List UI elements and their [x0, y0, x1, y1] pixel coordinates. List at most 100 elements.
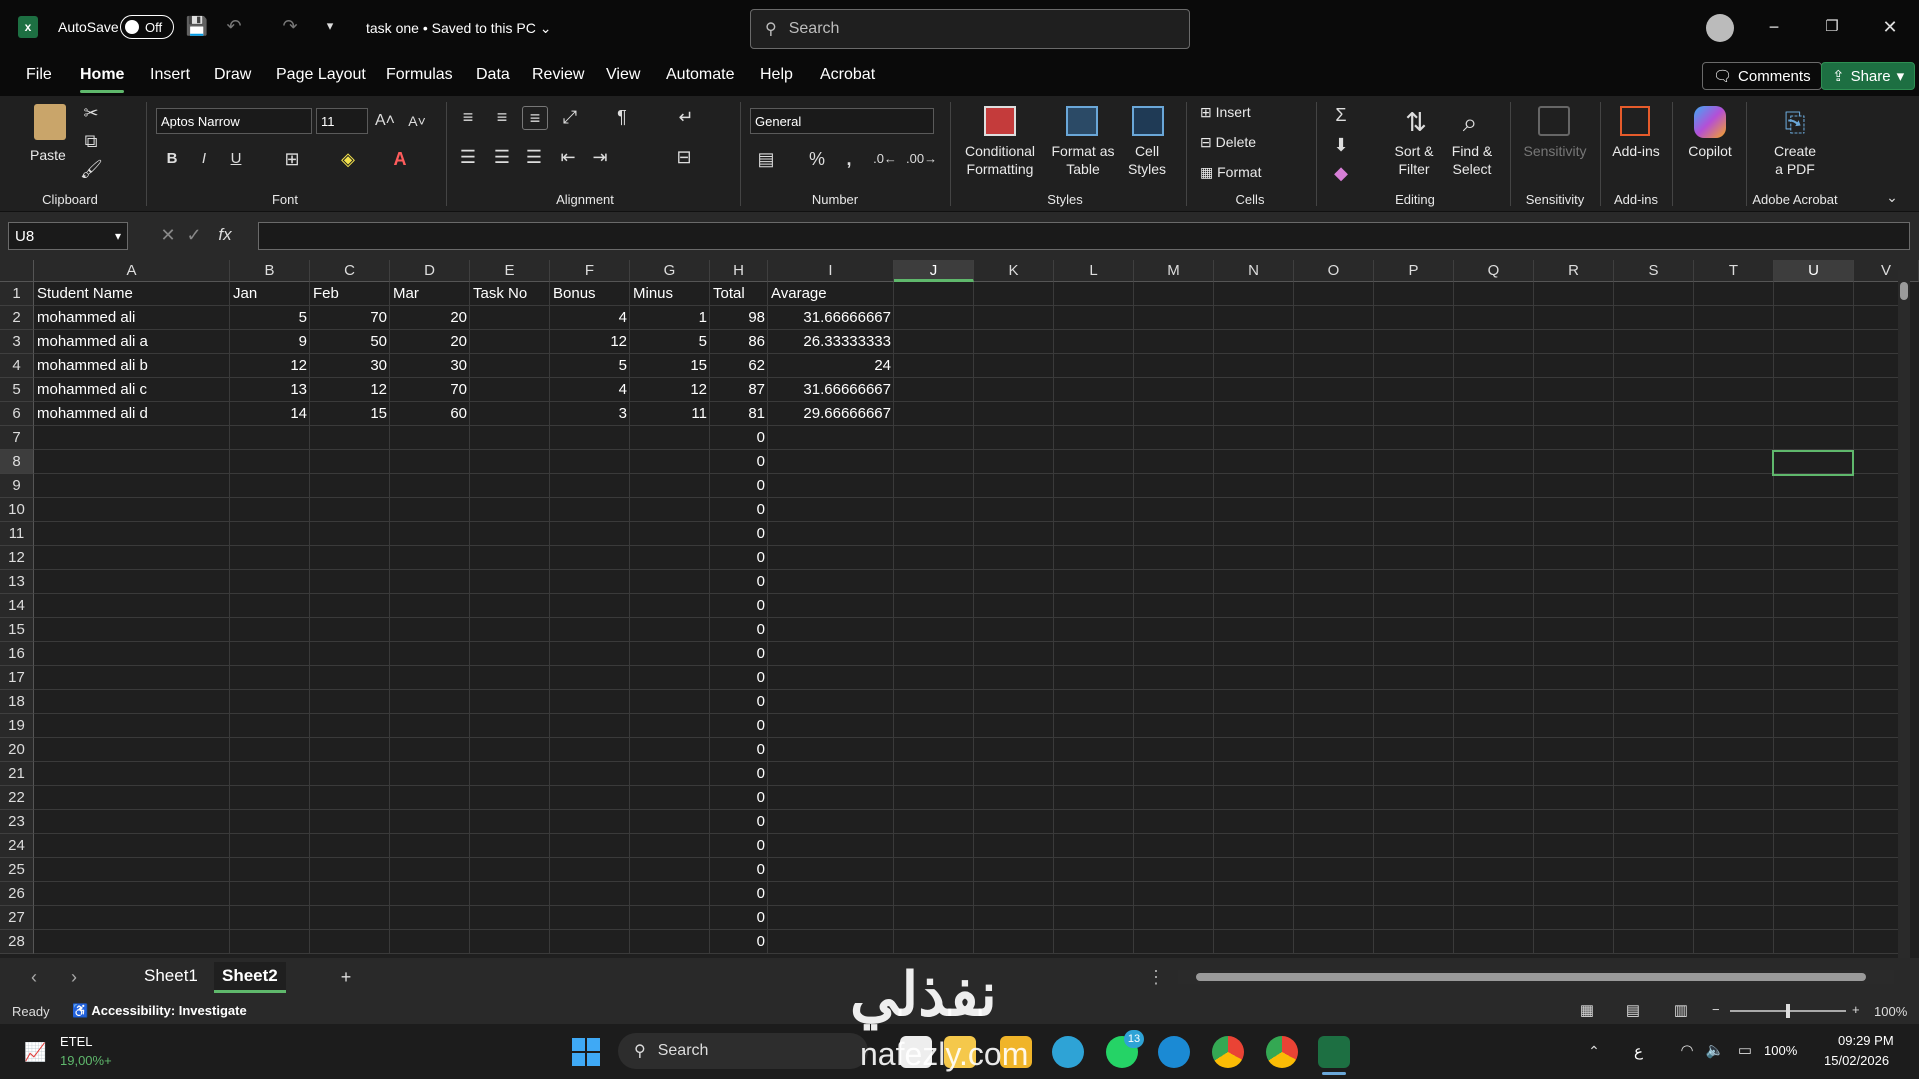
- more-options-icon[interactable]: ⋮: [1146, 966, 1166, 988]
- align-right-icon[interactable]: ☰: [522, 146, 546, 168]
- font-name-dropdown[interactable]: Aptos Narrow: [156, 108, 312, 134]
- column-header-h[interactable]: H: [710, 260, 768, 282]
- data-cell[interactable]: 29.66666667: [768, 402, 894, 426]
- accessibility-status[interactable]: ♿ Accessibility: Investigate: [72, 1003, 247, 1019]
- row-header-8[interactable]: 8: [0, 450, 34, 474]
- total-cell[interactable]: 0: [710, 930, 768, 954]
- data-cell[interactable]: 5: [230, 306, 310, 330]
- italic-button[interactable]: I: [194, 148, 214, 170]
- insert-function-icon[interactable]: fx: [212, 224, 238, 246]
- column-header-p[interactable]: P: [1374, 260, 1454, 282]
- total-cell[interactable]: 0: [710, 522, 768, 546]
- zoom-level[interactable]: 100%: [1874, 1004, 1907, 1019]
- column-header-u[interactable]: U: [1774, 260, 1854, 282]
- column-header-t[interactable]: T: [1694, 260, 1774, 282]
- data-cell[interactable]: 30: [310, 354, 390, 378]
- taskbar-search[interactable]: ⚲ Search: [618, 1033, 868, 1069]
- format-as-table-button[interactable]: Format as Table: [1048, 142, 1118, 178]
- data-cell[interactable]: 20: [390, 306, 470, 330]
- selected-cell-outline[interactable]: [1772, 450, 1854, 476]
- data-cell[interactable]: 12: [230, 354, 310, 378]
- row-header-10[interactable]: 10: [0, 498, 34, 522]
- data-cell[interactable]: 30: [390, 354, 470, 378]
- volume-icon[interactable]: 🔈: [1704, 1040, 1726, 1062]
- row-header-4[interactable]: 4: [0, 354, 34, 378]
- wifi-icon[interactable]: ◠: [1676, 1040, 1698, 1062]
- vertical-scrollbar[interactable]: [1898, 270, 1910, 958]
- data-cell[interactable]: 1: [630, 306, 710, 330]
- data-cell[interactable]: mohammed ali d: [34, 402, 230, 426]
- page-break-view-icon[interactable]: ▥: [1670, 1000, 1692, 1022]
- row-header-15[interactable]: 15: [0, 618, 34, 642]
- data-cell[interactable]: 9: [230, 330, 310, 354]
- fill-icon[interactable]: ⬇: [1330, 134, 1352, 156]
- excel-taskbar-icon[interactable]: [1318, 1036, 1350, 1068]
- data-cell[interactable]: 86: [710, 330, 768, 354]
- data-cell[interactable]: 5: [630, 330, 710, 354]
- column-header-s[interactable]: S: [1614, 260, 1694, 282]
- find-select-button[interactable]: Find & Select: [1444, 142, 1500, 178]
- create-pdf-button[interactable]: Create a PDF: [1766, 142, 1824, 178]
- sort-filter-button[interactable]: Sort & Filter: [1386, 142, 1442, 178]
- column-header-o[interactable]: O: [1294, 260, 1374, 282]
- column-header-q[interactable]: Q: [1454, 260, 1534, 282]
- restore-icon[interactable]: ❐: [1820, 16, 1844, 38]
- header-cell[interactable]: Jan: [230, 282, 310, 306]
- data-cell[interactable]: mohammed ali c: [34, 378, 230, 402]
- menu-help[interactable]: Help: [760, 66, 793, 84]
- formula-input[interactable]: [258, 222, 1910, 250]
- row-header-21[interactable]: 21: [0, 762, 34, 786]
- scroll-left-icon[interactable]: ‹: [24, 966, 44, 988]
- total-cell[interactable]: 0: [710, 498, 768, 522]
- row-header-2[interactable]: 2: [0, 306, 34, 330]
- conditional-formatting-button[interactable]: Conditional Formatting: [958, 142, 1042, 178]
- row-header-28[interactable]: 28: [0, 930, 34, 954]
- data-cell[interactable]: 31.66666667: [768, 306, 894, 330]
- row-header-24[interactable]: 24: [0, 834, 34, 858]
- total-cell[interactable]: 0: [710, 810, 768, 834]
- decrease-decimal-icon[interactable]: .00→: [906, 148, 937, 170]
- customize-qat-icon[interactable]: ▾: [320, 15, 340, 37]
- accounting-icon[interactable]: ▤: [754, 148, 778, 170]
- language-indicator[interactable]: ع: [1634, 1042, 1643, 1060]
- comma-icon[interactable]: ,: [838, 148, 860, 170]
- copilot-button[interactable]: Copilot: [1684, 142, 1736, 160]
- row-header-25[interactable]: 25: [0, 858, 34, 882]
- total-cell[interactable]: 0: [710, 858, 768, 882]
- total-cell[interactable]: 0: [710, 666, 768, 690]
- data-cell[interactable]: 15: [630, 354, 710, 378]
- paste-icon[interactable]: [34, 104, 66, 140]
- menu-file[interactable]: File: [26, 66, 52, 84]
- battery-icon[interactable]: ▭: [1732, 1040, 1758, 1062]
- align-center-icon[interactable]: ☰: [490, 146, 514, 168]
- total-cell[interactable]: 0: [710, 786, 768, 810]
- menu-draw[interactable]: Draw: [214, 66, 251, 84]
- row-header-7[interactable]: 7: [0, 426, 34, 450]
- cancel-icon[interactable]: ✕: [158, 224, 178, 246]
- data-cell[interactable]: 31.66666667: [768, 378, 894, 402]
- row-header-12[interactable]: 12: [0, 546, 34, 570]
- sheet-tab-sheet2[interactable]: Sheet2: [214, 962, 286, 993]
- data-cell[interactable]: 15: [310, 402, 390, 426]
- percent-icon[interactable]: %: [806, 148, 828, 170]
- data-cell[interactable]: 13: [230, 378, 310, 402]
- row-header-13[interactable]: 13: [0, 570, 34, 594]
- menu-acrobat[interactable]: Acrobat: [820, 66, 875, 84]
- select-all-corner[interactable]: [0, 260, 34, 282]
- data-cell[interactable]: mohammed ali b: [34, 354, 230, 378]
- decrease-indent-icon[interactable]: ⇤: [556, 146, 580, 168]
- redo-icon[interactable]: ↷: [278, 15, 302, 37]
- wrap-text-icon[interactable]: ↵: [674, 106, 698, 128]
- edge-dev-icon[interactable]: [1158, 1036, 1190, 1068]
- column-header-e[interactable]: E: [470, 260, 550, 282]
- data-cell[interactable]: 11: [630, 402, 710, 426]
- header-cell[interactable]: Minus: [630, 282, 710, 306]
- row-header-9[interactable]: 9: [0, 474, 34, 498]
- row-header-23[interactable]: 23: [0, 810, 34, 834]
- avatar[interactable]: [1706, 14, 1734, 42]
- column-header-f[interactable]: F: [550, 260, 630, 282]
- row-header-22[interactable]: 22: [0, 786, 34, 810]
- data-cell[interactable]: 26.33333333: [768, 330, 894, 354]
- total-cell[interactable]: 0: [710, 546, 768, 570]
- data-cell[interactable]: 20: [390, 330, 470, 354]
